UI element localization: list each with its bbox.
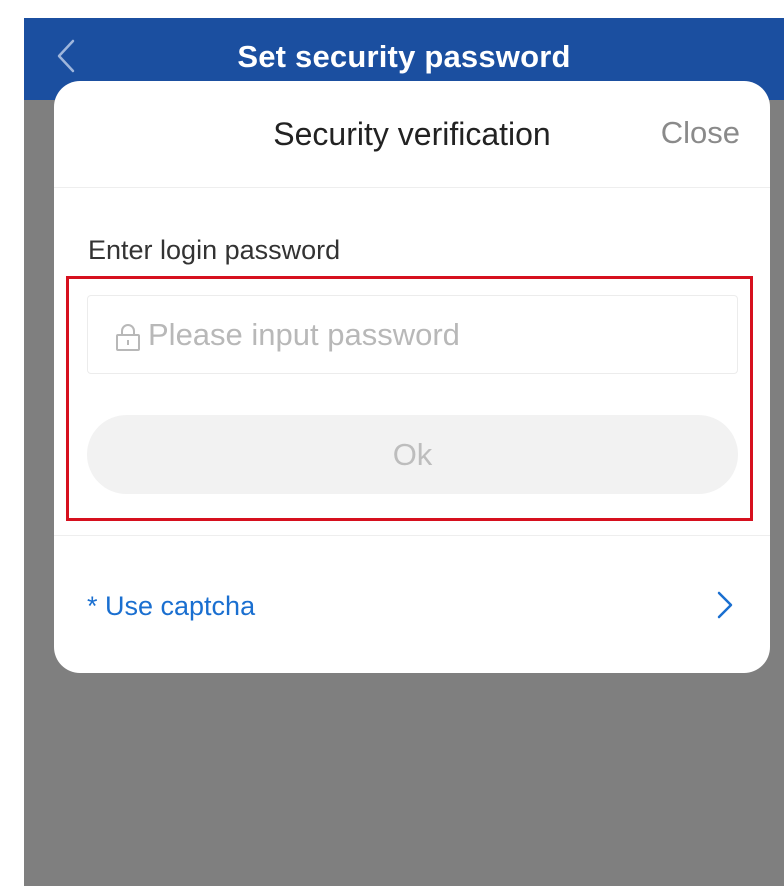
close-button[interactable]: Close xyxy=(661,115,740,151)
chevron-right-icon xyxy=(717,591,733,619)
security-verification-dialog: Security verification Close Enter login … xyxy=(54,81,770,673)
dialog-header: Security verification Close xyxy=(54,81,770,188)
lock-icon xyxy=(116,324,140,351)
password-field[interactable] xyxy=(87,295,738,374)
app-screen: Set security password Security verificat… xyxy=(24,18,784,886)
password-input[interactable] xyxy=(148,296,728,373)
password-field-label: Enter login password xyxy=(88,235,341,265)
use-captcha-link[interactable]: * Use captcha xyxy=(54,571,770,641)
use-captcha-label: * Use captcha xyxy=(87,591,256,621)
divider xyxy=(54,535,770,536)
ok-button[interactable]: Ok xyxy=(87,415,738,494)
